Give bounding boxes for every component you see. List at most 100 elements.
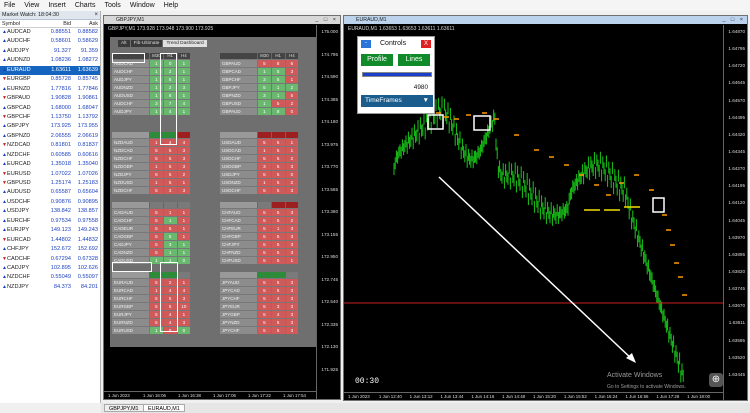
trend-cell[interactable]: 2 (284, 83, 299, 91)
trend-cell[interactable]: 5 (162, 170, 177, 178)
dashboard-row[interactable]: AUDUSD 1 8 1 (112, 91, 204, 99)
dashboard-row[interactable]: CADNZD 5 1 1 (112, 248, 204, 256)
trend-cell[interactable]: 0 (284, 170, 299, 178)
dashboard-row[interactable]: CHFNZD 5 5 3 (220, 248, 312, 256)
dashboard-row[interactable]: USDJPY 5 5 0 (220, 170, 312, 178)
trend-cell[interactable]: 5 (270, 216, 285, 224)
market-watch-row[interactable]: ▼GBPAUD 1.90828 1.90861 (0, 94, 100, 103)
dashboard-row[interactable]: USDCAD 1 5 1 (220, 146, 312, 154)
col-symbol[interactable]: Symbol (0, 20, 46, 27)
trend-cell[interactable]: 1 (176, 232, 191, 240)
dashboard-row[interactable]: JPYCHF 5 4 3 (220, 294, 312, 302)
market-watch-row[interactable]: ▲EURJPY 149.123 149.243 (0, 226, 100, 235)
trend-cell[interactable]: 1 (257, 99, 271, 107)
trend-cell[interactable]: 1 (284, 75, 299, 83)
close-button[interactable]: X (421, 40, 431, 48)
trend-cell[interactable]: 4 (270, 310, 285, 318)
trend-cell[interactable]: 4 (176, 99, 191, 107)
dashboard-row[interactable]: CADCHF 5 1 1 (112, 216, 204, 224)
trend-cell[interactable]: 5 (149, 224, 163, 232)
dashboard-row[interactable]: CADGBP 5 5 1 (112, 232, 204, 240)
trend-cell[interactable]: 10 (176, 302, 191, 310)
trend-cell[interactable]: 2 (284, 216, 299, 224)
market-watch-row[interactable]: ▲GBPJPY 173.925 173.955 (0, 122, 100, 131)
trend-cell[interactable]: 5 (270, 162, 285, 170)
trend-cell[interactable]: 1 (257, 67, 271, 75)
dashboard-row[interactable]: JPYCHF 5 5 3 (220, 326, 312, 334)
trend-cell[interactable]: 3 (176, 146, 191, 154)
market-watch-row[interactable]: ▲EURAUD 1.63611 1.63639 (0, 65, 100, 76)
dashboard-row[interactable]: CHFUSD 5 5 1 (220, 256, 312, 264)
trend-cell[interactable]: 5 (257, 248, 271, 256)
trend-cell[interactable]: 5 (257, 286, 271, 294)
tab-euraud[interactable]: EURAUD,M1 (143, 404, 185, 412)
market-watch-row[interactable]: ▼GBPCHF 1.13750 1.13792 (0, 113, 100, 122)
trend-cell[interactable]: 5 (149, 154, 163, 162)
trend-cell[interactable]: 5 (149, 146, 163, 154)
trend-cell[interactable]: 3 (284, 278, 299, 286)
market-watch-row[interactable]: ▲EURCAD 1.35018 1.35040 (0, 160, 100, 169)
trend-cell[interactable]: 3 (284, 286, 299, 294)
trend-cell[interactable]: 8 (270, 107, 285, 115)
trend-cell[interactable]: 3 (270, 302, 285, 310)
trend-cell[interactable]: 5 (149, 240, 163, 248)
dashboard-row[interactable]: AUDJPY 1 5 1 (112, 75, 204, 83)
trend-cell[interactable]: 3 (284, 302, 299, 310)
trend-cell[interactable]: 2 (284, 154, 299, 162)
market-watch-row[interactable]: ▲USDCHF 0.90876 0.90895 (0, 198, 100, 207)
window-controls[interactable]: _ □ × (722, 16, 745, 24)
trend-cell[interactable]: 1 (149, 178, 163, 186)
trend-cell[interactable]: 5 (149, 216, 163, 224)
dashboard-tab-trend[interactable]: Trend Dashboard (163, 40, 207, 47)
trend-cell[interactable]: 4 (176, 138, 191, 146)
timeframes-button[interactable]: TimeFrames ▼ (361, 95, 433, 107)
dashboard-row[interactable]: USDGBP 3 5 3 (220, 162, 312, 170)
minimize-button[interactable]: - (361, 40, 371, 48)
dashboard-row[interactable]: CHFJPY 5 5 3 (220, 240, 312, 248)
trend-cell[interactable]: 5 (149, 208, 163, 216)
dashboard-row[interactable]: CHFEUR 5 1 3 (220, 224, 312, 232)
trend-cell[interactable]: 5 (270, 240, 285, 248)
dashboard-row[interactable]: USDCHF 5 5 3 (220, 186, 312, 194)
trend-cell[interactable]: 5 (257, 278, 271, 286)
trend-cell[interactable]: 5 (270, 256, 285, 264)
trend-cell[interactable]: 3 (284, 208, 299, 216)
trend-cell[interactable]: 5 (257, 216, 271, 224)
market-watch-row[interactable]: ▼EURUSD 1.07022 1.07026 (0, 170, 100, 179)
trend-cell[interactable]: 3 (162, 240, 177, 248)
trend-cell[interactable]: 1 (176, 178, 191, 186)
dashboard-row[interactable]: AUDJPY 1 4 1 (112, 107, 204, 115)
menu-charts[interactable]: Charts (75, 2, 96, 9)
trend-cell[interactable]: 5 (270, 278, 285, 286)
trend-cell[interactable]: 5 (270, 146, 285, 154)
dashboard-row[interactable]: GBPCAD 1 5 3 (220, 67, 312, 75)
market-watch-row[interactable]: ▲GBPNZD 2.06555 2.06619 (0, 132, 100, 141)
dashboard-row[interactable]: GBPJPY 5 1 2 (220, 83, 312, 91)
trend-cell[interactable]: 4 (176, 286, 191, 294)
trend-cell[interactable]: 5 (270, 67, 285, 75)
dashboard-row[interactable]: USDAUD 5 5 1 (220, 138, 312, 146)
dashboard-row[interactable]: NZDCHF 5 5 3 (112, 154, 204, 162)
trend-cell[interactable]: 5 (257, 154, 271, 162)
trend-cell[interactable]: 5 (270, 286, 285, 294)
trend-cell[interactable]: 1 (257, 146, 271, 154)
trend-cell[interactable]: 6 (149, 170, 163, 178)
trend-cell[interactable]: 5 (162, 146, 177, 154)
market-watch-row[interactable]: ▲CHFJPY 152.672 152.692 (0, 245, 100, 254)
trend-cell[interactable]: 3 (284, 326, 299, 334)
trend-cell[interactable]: 1 (162, 248, 177, 256)
trend-cell[interactable]: 0 (176, 256, 191, 264)
menu-view[interactable]: View (24, 2, 39, 9)
trend-cell[interactable]: 5 (270, 178, 285, 186)
trend-cell[interactable]: 3 (176, 186, 191, 194)
trend-cell[interactable]: 5 (257, 240, 271, 248)
dashboard-tab-fib[interactable]: Fib-Ultimate (130, 40, 163, 47)
trend-cell[interactable]: 5 (270, 138, 285, 146)
trend-cell[interactable]: 1 (176, 278, 191, 286)
menu-insert[interactable]: Insert (48, 2, 66, 9)
trend-cell[interactable]: 1 (176, 310, 191, 318)
trend-cell[interactable]: 3 (284, 318, 299, 326)
dashboard-row[interactable]: EURGBP 5 5 10 (112, 302, 204, 310)
trend-cell[interactable]: 1 (176, 59, 191, 67)
trend-cell[interactable]: 3 (162, 186, 177, 194)
